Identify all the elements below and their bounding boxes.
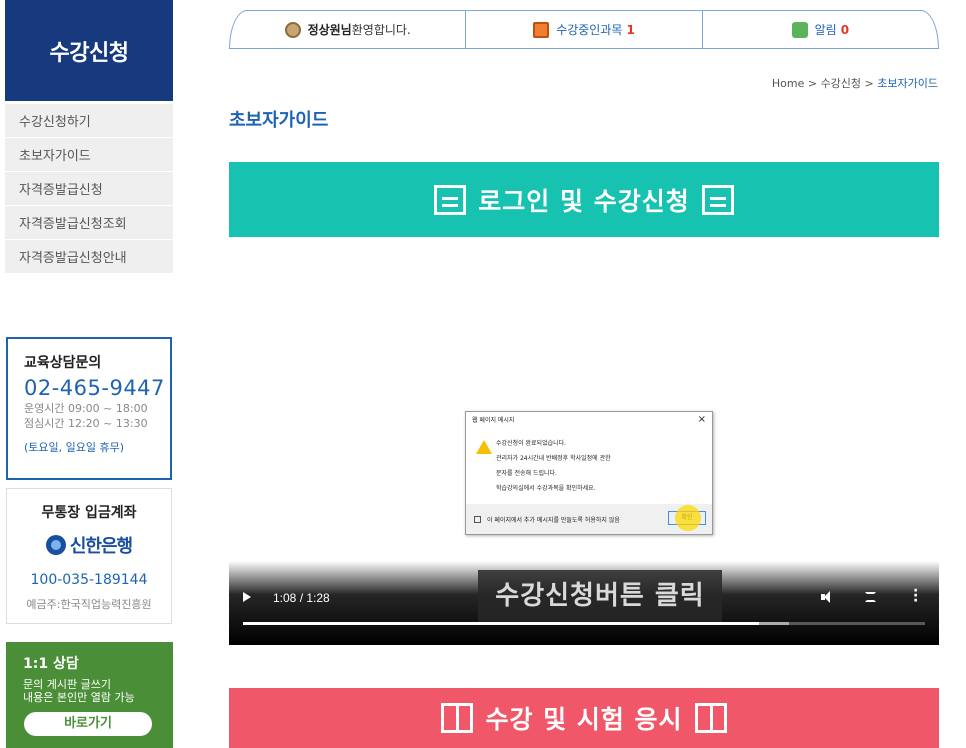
video-caption: 수강신청버튼 클릭 xyxy=(478,570,722,622)
breadcrumb-current: 초보자가이드 xyxy=(877,77,938,90)
dialog-message: 수강신청이 완료되었습니다. 관리자가 24시간내 반배정후 학사일정에 관한 … xyxy=(496,436,611,496)
cursor-highlight xyxy=(675,505,701,531)
qa-title: 1:1 상담 xyxy=(23,656,79,672)
bank-title: 무통장 입금계좌 xyxy=(41,505,137,521)
bank-account: 100-035-189144 xyxy=(30,572,148,588)
exam-banner-text: 수강 및 시험 응시 xyxy=(485,705,683,734)
courses-count: 1 xyxy=(626,22,635,37)
sidebar-item-certificate-guide[interactable]: 자격증발급신청안내 xyxy=(5,240,173,274)
bank-box: 무통장 입금계좌 신한은행 100-035-189144 예금주:한국직업능력진… xyxy=(6,488,172,624)
warning-icon xyxy=(476,440,492,454)
dialog-line: 문자를 전송해 드립니다. xyxy=(496,470,557,477)
courses-label: 수강중인과목 xyxy=(556,23,623,37)
course-icon xyxy=(533,21,550,38)
consult-phone: 02-465-9447 xyxy=(24,376,165,400)
monitor-icon xyxy=(701,184,734,215)
alarm-label: 알림 xyxy=(814,23,837,37)
exam-banner: 수강 및 시험 응시 xyxy=(229,688,939,748)
page-title: 초보자가이드 xyxy=(229,110,329,131)
video-player[interactable]: 웹 페이지 메시지 × 수강신청이 완료되었습니다. 관리자가 24시간내 반배… xyxy=(229,237,939,645)
fullscreen-icon[interactable] xyxy=(865,592,876,602)
video-time: 1:08 / 1:28 xyxy=(273,591,330,605)
sidebar-item-certificate-lookup[interactable]: 자격증발급신청조회 xyxy=(5,206,173,240)
dialog-checkbox-label: 이 페이지에서 추가 메시지를 만들도록 허용하지 않음 xyxy=(487,516,620,524)
video-progress-bar[interactable] xyxy=(243,622,925,625)
dialog-line: 수강신청이 완료되었습니다. xyxy=(496,440,567,447)
dialog-line: 관리자가 24시간내 반배정후 학사일정에 관한 xyxy=(496,455,611,462)
top-status-bar: 정상원님 환영합니다. 수강중인과목 1 알림 0 xyxy=(229,10,939,49)
breadcrumb-separator: > xyxy=(864,77,874,90)
dialog-title: 웹 페이지 메시지 xyxy=(472,416,515,424)
sidebar-item-apply[interactable]: 수강신청하기 xyxy=(5,104,173,138)
volume-icon[interactable] xyxy=(821,591,833,603)
sidebar-item-certificate-apply[interactable]: 자격증발급신청 xyxy=(5,172,173,206)
bank-logo: 신한은행 xyxy=(7,532,171,558)
breadcrumb-home[interactable]: Home xyxy=(772,77,804,90)
user-tab: 정상원님 환영합니다. xyxy=(229,10,467,49)
breadcrumb-separator: > xyxy=(807,77,818,90)
monitor-icon xyxy=(434,184,467,215)
consult-box: 교육상담문의 02-465-9447 운영시간 09:00 ~ 18:00 점심… xyxy=(6,337,172,480)
courses-tab[interactable]: 수강중인과목 1 xyxy=(466,10,703,49)
play-icon[interactable] xyxy=(243,592,251,602)
login-banner: 로그인 및 수강신청 xyxy=(229,162,939,237)
breadcrumb: Home > 수강신청 > 초보자가이드 xyxy=(772,75,938,91)
sidebar-item-beginner-guide[interactable]: 초보자가이드 xyxy=(5,138,173,172)
user-greeting: 환영합니다. xyxy=(351,23,411,37)
bank-holder: 예금주:한국직업능력진흥원 xyxy=(26,598,152,611)
more-options-icon[interactable]: · · · xyxy=(913,584,918,608)
book-icon xyxy=(694,703,727,733)
close-icon: × xyxy=(697,413,706,425)
consult-hours-1: 운영시간 09:00 ~ 18:00 xyxy=(24,402,148,415)
login-banner-text: 로그인 및 수강신청 xyxy=(478,186,690,216)
sidebar-menu: 수강신청하기 초보자가이드 자격증발급신청 자격증발급신청조회 자격증발급신청안… xyxy=(5,104,173,274)
bank-name: 신한은행 xyxy=(69,536,133,557)
video-progress-fill xyxy=(243,622,759,625)
qa-box: 1:1 상담 문의 게시판 글쓰기 내용은 본인만 열람 가능 바로가기 xyxy=(6,642,173,748)
qa-desc-1: 문의 게시판 글쓰기 xyxy=(23,678,111,691)
breadcrumb-section[interactable]: 수강신청 xyxy=(821,77,861,90)
alarm-count: 0 xyxy=(840,22,850,37)
dialog-checkbox xyxy=(474,515,481,523)
sidebar-title: 수강신청 xyxy=(5,0,173,101)
alarm-icon xyxy=(791,21,808,38)
user-name: 정상원님 xyxy=(307,23,352,37)
book-icon xyxy=(441,703,474,733)
dialog-line: 학습강의실에서 수강과목을 확인하세요. xyxy=(496,485,596,492)
consult-title: 교육상담문의 xyxy=(24,355,102,371)
consult-closed: (토요일, 일요일 휴무) xyxy=(24,441,125,454)
qa-go-button[interactable]: 바로가기 xyxy=(24,712,152,736)
qa-desc-2: 내용은 본인만 열람 가능 xyxy=(23,691,135,704)
dialog-header: 웹 페이지 메시지 × xyxy=(466,412,712,426)
alarm-tab[interactable]: 알림 0 xyxy=(702,10,939,49)
shinhan-logo-icon xyxy=(45,535,66,555)
consult-hours-2: 점심시간 12:20 ~ 13:30 xyxy=(24,417,148,430)
user-icon xyxy=(284,21,301,38)
